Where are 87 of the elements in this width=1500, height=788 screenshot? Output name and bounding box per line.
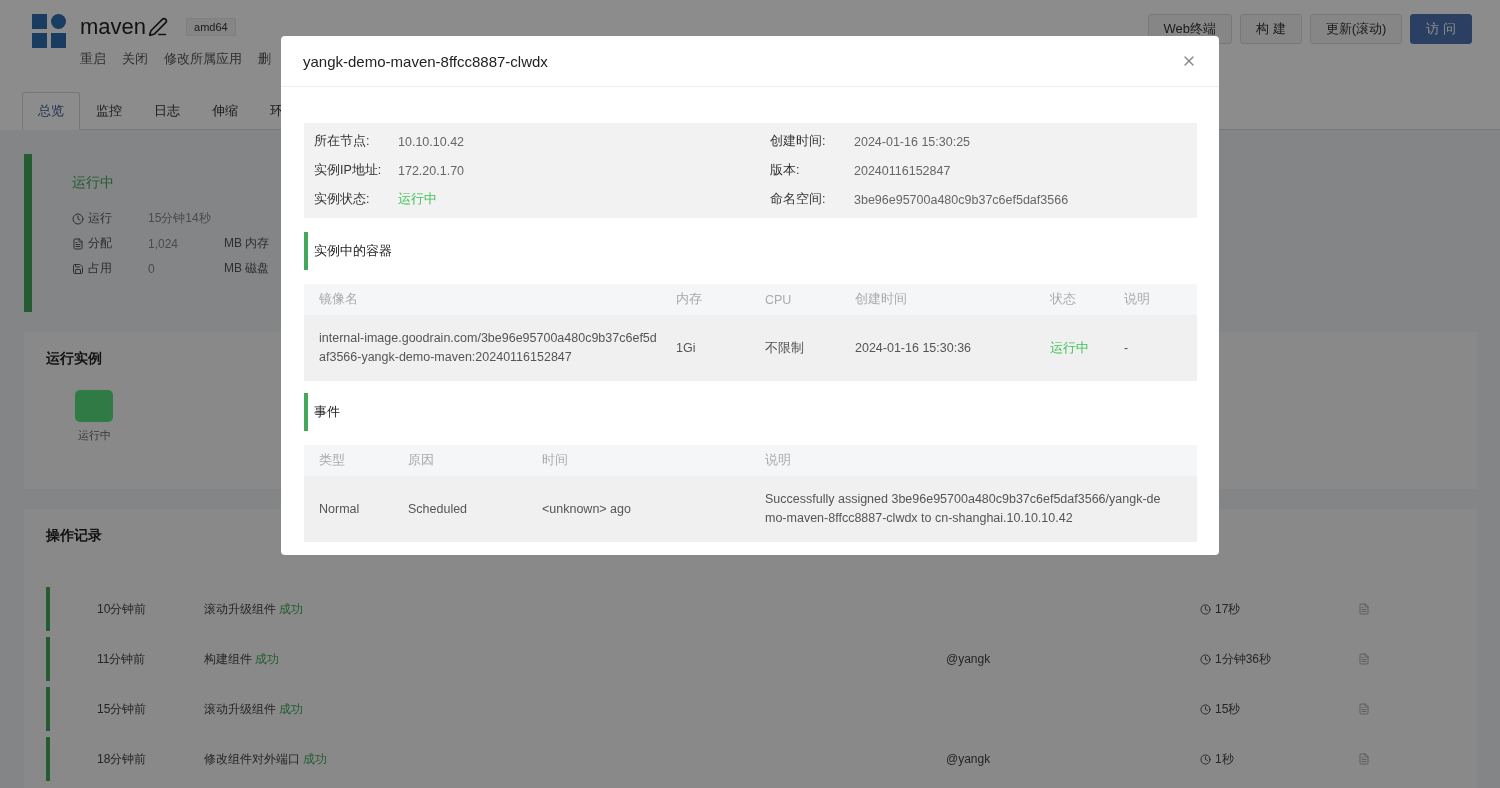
table-cell-text: 2024-01-16 15:30:36: [855, 339, 973, 357]
toolbar-button[interactable]: 更新(滚动): [1309, 14, 1403, 44]
record-duration: 17秒: [1215, 600, 1241, 618]
action-link[interactable]: 修改所属应用: [164, 50, 242, 68]
info-value: 20240116152847: [854, 163, 951, 178]
table-cell-text: Normal: [319, 500, 361, 518]
info-value: 10.10.10.42: [398, 134, 465, 149]
action-link[interactable]: 重启: [80, 50, 106, 68]
column-header: 说明: [1124, 291, 1151, 308]
record-action: 修改组件对外端口 成功: [204, 750, 329, 768]
record-user: @yangk: [946, 652, 991, 666]
document-icon[interactable]: [1358, 603, 1370, 615]
clock-icon: [1200, 703, 1211, 715]
column-header: 原因: [408, 452, 435, 469]
instance-block[interactable]: [75, 390, 113, 422]
logo-icon: [32, 14, 66, 48]
table-cell-text: 运行中: [1050, 339, 1090, 357]
tab[interactable]: 伸缩: [196, 92, 254, 130]
stat-unit: MB 磁盘: [224, 260, 270, 277]
primary-button[interactable]: 访 问: [1410, 14, 1472, 44]
table-cell-text: internal-image.goodrain.com/3be96e95700a480c9b37c6ef5daf3566-yangk-demo-maven:20240116152847: [319, 330, 658, 366]
clock-icon: [1200, 653, 1211, 665]
section-title: 事件: [304, 393, 1197, 431]
edit-icon[interactable]: [148, 17, 169, 37]
info-label: 实例状态:: [314, 191, 371, 208]
table-cell-text: Scheduled: [408, 500, 469, 518]
stat-label: 占用: [88, 260, 113, 277]
record-time: 18分钟前: [96, 750, 148, 768]
stat-value: 0: [148, 261, 156, 276]
record-action: 滚动升级组件 成功: [204, 600, 305, 618]
table-cell-text: Successfully assigned 3be96e95700a480c9b37c6ef5daf3566/yangk-demo-maven-8ffcc8887-clwdx to cn-shanghai.10.10.10.42: [765, 491, 1162, 527]
tab[interactable]: 日志: [138, 92, 196, 130]
record-action: 构建组件 成功: [204, 650, 281, 668]
info-label: 所在节点:: [314, 133, 371, 150]
column-header: CPU: [765, 292, 793, 307]
record-duration: 1秒: [1215, 750, 1234, 768]
record-time: 15分钟前: [96, 700, 148, 718]
toolbar-button[interactable]: 构 建: [1240, 14, 1302, 44]
info-label: 命名空间:: [770, 191, 827, 208]
arch-tag: amd64: [186, 18, 236, 36]
status-text: 运行中: [72, 174, 115, 192]
document-icon[interactable]: [1358, 703, 1370, 715]
instance-label: 运行中: [77, 428, 111, 443]
document-icon[interactable]: [1358, 653, 1370, 665]
tab[interactable]: 监控: [80, 92, 138, 130]
action-link[interactable]: 关闭: [122, 50, 148, 68]
card-title: 运行实例: [46, 350, 102, 368]
column-header: 类型: [319, 452, 346, 469]
stat-label: 分配: [88, 235, 113, 252]
table-cell-text: 1Gi: [676, 339, 697, 357]
info-label: 创建时间:: [770, 133, 827, 150]
table-cell-text: 不限制: [765, 339, 805, 357]
stat-value: 15分钟14秒: [148, 210, 212, 227]
info-value: 3be96e95700a480c9b37c6ef5daf3566: [854, 192, 1069, 207]
column-header: 镜像名: [319, 291, 359, 308]
clock-icon: [1200, 603, 1211, 615]
stat-label: 运行: [88, 210, 113, 227]
document-icon[interactable]: [1358, 753, 1370, 765]
record-duration: 1分钟36秒: [1215, 650, 1272, 668]
info-label: 版本:: [770, 162, 801, 179]
info-value: 运行中: [398, 191, 437, 208]
record-time: 10分钟前: [96, 600, 148, 618]
stat-unit: MB 内存: [224, 235, 270, 252]
app-name: maven: [80, 14, 147, 40]
dialog-title: yangk-demo-maven-8ffcc8887-clwdx: [303, 52, 548, 70]
column-header: 说明: [765, 452, 792, 469]
column-header: 内存: [676, 291, 703, 308]
card-title: 操作记录: [46, 527, 102, 545]
record-duration: 15秒: [1215, 700, 1241, 718]
action-link[interactable]: 删: [258, 50, 271, 68]
info-value: 2024-01-16 15:30:25: [854, 134, 971, 149]
tab[interactable]: 总览: [22, 92, 80, 130]
file-icon: [72, 237, 84, 250]
table-cell-text: -: [1124, 339, 1130, 357]
record-action: 滚动升级组件 成功: [204, 700, 305, 718]
column-header: 时间: [542, 452, 569, 469]
info-value: 172.20.1.70: [398, 163, 465, 178]
stat-value: 1,024: [148, 236, 180, 251]
clock-icon: [1200, 753, 1211, 765]
column-header: 创建时间: [855, 291, 908, 308]
info-label: 实例IP地址:: [314, 162, 383, 179]
section-title: 实例中的容器: [304, 232, 1197, 270]
record-user: @yangk: [946, 752, 991, 766]
table-cell-text: <unknown> ago: [542, 500, 632, 518]
clock-icon: [72, 212, 84, 225]
record-time: 11分钟前: [96, 650, 147, 668]
column-header: 状态: [1050, 291, 1077, 308]
